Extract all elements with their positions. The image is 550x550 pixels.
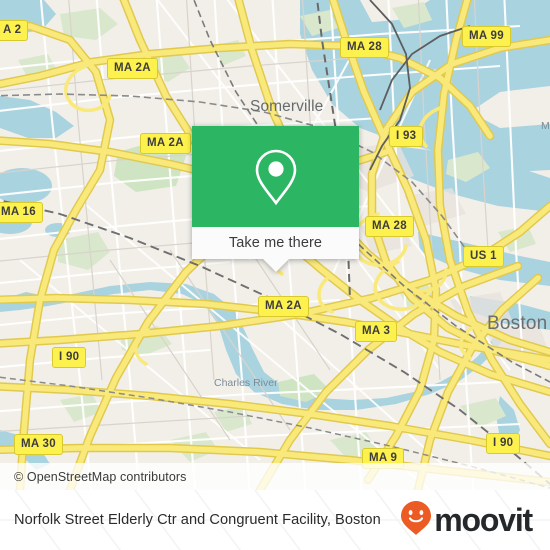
- highway-shield[interactable]: MA 16: [0, 202, 43, 223]
- attribution-text[interactable]: © OpenStreetMap contributors: [14, 470, 187, 484]
- highway-shield[interactable]: US 1: [463, 246, 504, 267]
- map-pin-icon: [254, 148, 298, 206]
- map-attribution: © OpenStreetMap contributors: [0, 463, 550, 490]
- highway-shield[interactable]: MA 3: [355, 321, 398, 342]
- highway-shield[interactable]: MA 28: [365, 216, 414, 237]
- card-image-area: [192, 126, 359, 227]
- highway-shield[interactable]: I 90: [52, 347, 87, 368]
- map-canvas[interactable]: Somerville Boston Charles River M A 2 MA…: [0, 0, 550, 490]
- take-me-there-label: Take me there: [228, 235, 323, 251]
- card-action-bar[interactable]: Take me there: [192, 227, 359, 259]
- moovit-logo[interactable]: moovit: [400, 500, 536, 541]
- take-me-there-card[interactable]: Take me there: [192, 126, 359, 272]
- highway-shield[interactable]: I 90: [486, 433, 521, 454]
- highway-shield[interactable]: MA 30: [14, 434, 63, 455]
- highway-shield[interactable]: MA 99: [462, 26, 511, 47]
- highway-shield[interactable]: I 93: [389, 126, 424, 147]
- place-title: Norfolk Street Elderly Ctr and Congruent…: [14, 511, 381, 528]
- highway-shield[interactable]: MA 2A: [258, 296, 309, 317]
- highway-shield[interactable]: MA 2A: [140, 133, 191, 154]
- moovit-smiley-pin-icon: [400, 500, 432, 541]
- card-pointer-tail: [261, 258, 290, 272]
- highway-shield[interactable]: MA 28: [340, 37, 389, 58]
- map-page: Somerville Boston Charles River M A 2 MA…: [0, 0, 550, 550]
- highway-shield[interactable]: MA 2A: [107, 58, 158, 79]
- moovit-wordmark: moovit: [434, 502, 533, 538]
- highway-shield[interactable]: A 2: [0, 20, 29, 41]
- footer-bar: Norfolk Street Elderly Ctr and Congruent…: [0, 490, 550, 550]
